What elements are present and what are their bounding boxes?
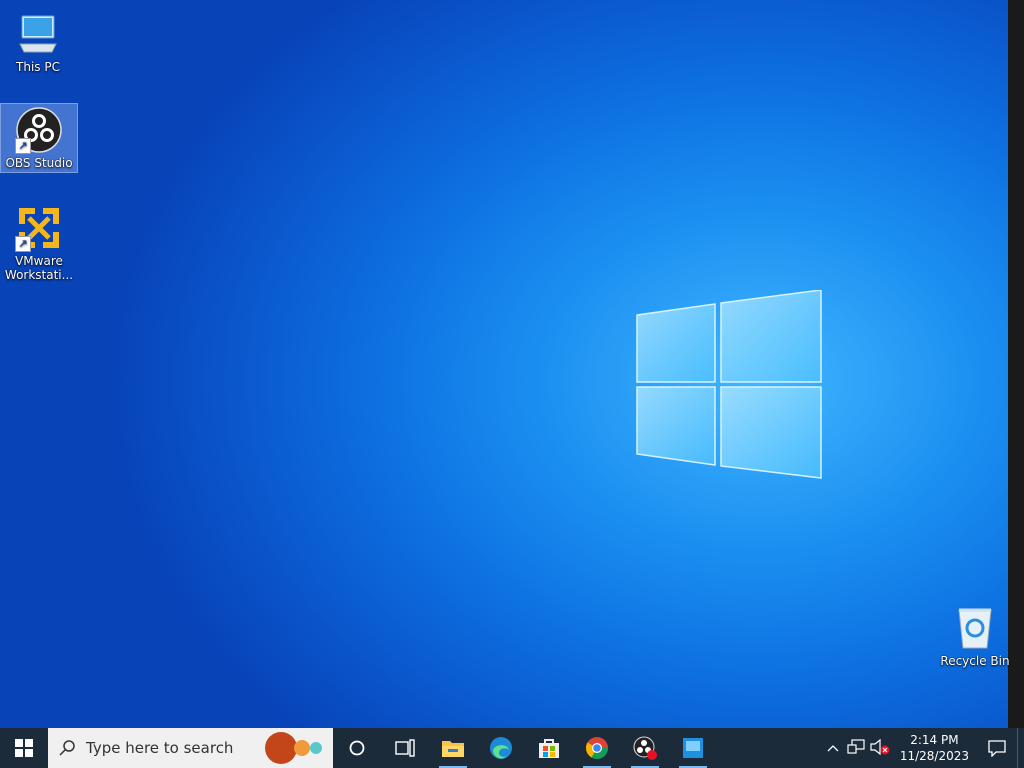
cortana-button[interactable] bbox=[333, 728, 381, 768]
desktop-icon-recycle-bin[interactable]: Recycle Bin bbox=[937, 602, 1013, 668]
volume-button[interactable] bbox=[868, 738, 892, 758]
notification-icon bbox=[988, 740, 1006, 757]
clock-time: 2:14 PM bbox=[910, 733, 959, 747]
network-icon bbox=[847, 738, 865, 754]
obs-icon: ↗ bbox=[15, 106, 63, 154]
shortcut-arrow-icon: ↗ bbox=[15, 236, 31, 252]
desktop-icon-label: OBS Studio bbox=[5, 156, 73, 170]
desktop-icon-label: This PC bbox=[16, 60, 60, 74]
search-box[interactable]: Type here to search bbox=[48, 728, 333, 768]
desktop-icon-obs-studio[interactable]: ↗ OBS Studio bbox=[0, 103, 78, 173]
desktop-icon-vmware[interactable]: ↗ VMware Workstati... bbox=[1, 202, 77, 288]
chevron-up-icon bbox=[827, 745, 839, 752]
clock-date: 11/28/2023 bbox=[899, 749, 969, 763]
desktop-icon-label: Recycle Bin bbox=[940, 654, 1010, 668]
clock[interactable]: 2:14 PM 11/28/2023 bbox=[892, 732, 977, 764]
search-placeholder: Type here to search bbox=[86, 739, 234, 757]
taskbar-microsoft-store[interactable] bbox=[525, 728, 573, 768]
taskbar-chrome[interactable] bbox=[573, 728, 621, 768]
edge-icon bbox=[490, 737, 512, 759]
vmware-icon: ↗ bbox=[15, 204, 63, 252]
search-icon bbox=[59, 740, 75, 756]
desktop-icon-this-pc[interactable]: This PC bbox=[0, 8, 76, 74]
shortcut-arrow-icon: ↗ bbox=[15, 138, 31, 154]
show-hidden-icons-button[interactable] bbox=[822, 741, 844, 755]
taskbar-obs[interactable] bbox=[621, 728, 669, 768]
task-view-button[interactable] bbox=[381, 728, 429, 768]
taskbar-file-explorer[interactable] bbox=[429, 728, 477, 768]
action-center-button[interactable] bbox=[977, 739, 1017, 757]
search-highlight-planets-icon bbox=[265, 732, 322, 764]
recycle-bin-icon bbox=[951, 604, 999, 652]
taskbar-app[interactable] bbox=[669, 728, 717, 768]
taskbar-edge[interactable] bbox=[477, 728, 525, 768]
chrome-icon bbox=[586, 737, 608, 759]
desktop-icon-label: VMware Workstati... bbox=[4, 254, 74, 282]
windows-wallpaper-logo bbox=[636, 290, 822, 479]
system-tray: 2:14 PM 11/28/2023 bbox=[822, 728, 1024, 768]
cortana-icon bbox=[349, 740, 365, 756]
start-button[interactable] bbox=[0, 728, 48, 768]
windows-start-icon bbox=[15, 739, 33, 757]
obs-icon bbox=[633, 736, 657, 760]
computer-icon bbox=[14, 10, 62, 58]
file-explorer-icon bbox=[442, 741, 464, 757]
task-view-icon bbox=[395, 739, 415, 757]
taskbar: Type here to search 2:14 PM 11/28/2023 bbox=[0, 728, 1024, 768]
app-icon bbox=[683, 738, 703, 758]
microsoft-store-icon bbox=[539, 739, 559, 758]
network-button[interactable] bbox=[844, 738, 868, 758]
volume-muted-icon bbox=[870, 738, 890, 755]
show-desktop-button[interactable] bbox=[1017, 728, 1024, 768]
